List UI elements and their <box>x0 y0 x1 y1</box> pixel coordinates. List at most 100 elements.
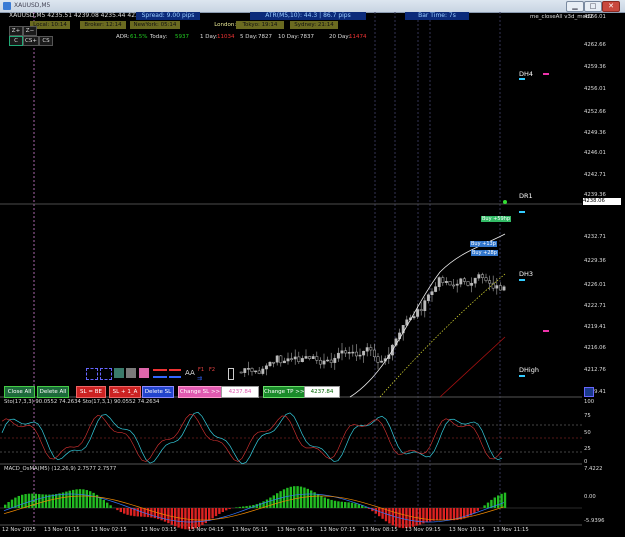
macd-histogram-bar <box>340 501 343 508</box>
delete-all-button[interactable]: Delete All <box>37 386 69 398</box>
trade-label-buy3[interactable]: Buy +28p <box>471 250 498 256</box>
macd-histogram-bar <box>435 508 439 521</box>
time-tick-label: 13 Nov 05:15 <box>232 527 268 533</box>
tp-value-input[interactable]: 4237.84 <box>304 386 340 398</box>
macd-histogram-bar <box>408 508 411 528</box>
macd-histogram-bar <box>327 498 330 508</box>
candle-body <box>333 357 337 363</box>
zoom-out-button[interactable]: Z− <box>23 26 37 36</box>
change-tp-button[interactable]: Change TP >> <box>263 386 305 398</box>
time-tick-label: 13 Nov 07:15 <box>320 527 356 533</box>
level-dh4: DH4 <box>519 70 534 78</box>
palette-label-f2[interactable]: F2 <box>209 367 215 373</box>
time-tick-label: 13 Nov 11:15 <box>493 527 529 533</box>
chart-cs-plus-button[interactable]: CS+ <box>23 36 39 46</box>
price-tick-label: 4246.01 <box>584 150 606 156</box>
palette-text-aa[interactable]: AA <box>185 369 195 377</box>
palette-line-red[interactable] <box>153 369 167 371</box>
chart-cs-button[interactable]: CS <box>39 36 53 46</box>
candle-body <box>354 351 358 357</box>
macd-label: MACD_OsMA(M5) (12,26,9) 2.7577 2.7577 <box>4 466 117 472</box>
price-tick-label: 4249.36 <box>584 130 606 136</box>
macd-histogram-bar <box>136 508 139 517</box>
macd-histogram-bar <box>449 508 452 521</box>
macd-histogram-bar <box>211 508 214 519</box>
candle-body <box>380 360 384 363</box>
candle-body <box>416 309 420 317</box>
chart-shift-icon[interactable] <box>584 387 594 397</box>
macd-histogram-bar <box>55 493 58 508</box>
arrow-right-icon[interactable]: ⇉ <box>197 375 202 382</box>
stoch-tick-label: 100 <box>584 399 595 405</box>
macd-histogram-bar <box>350 502 354 508</box>
macd-histogram-bar <box>476 508 479 511</box>
vertical-line-tool-icon[interactable] <box>228 368 234 380</box>
candle-body <box>437 277 441 287</box>
close-icon[interactable]: ✕ <box>602 1 620 12</box>
candle-body <box>239 371 243 374</box>
price-tick-label: 4222.71 <box>584 303 606 309</box>
macd-histogram-bar <box>330 499 333 508</box>
candle-body <box>430 291 434 296</box>
macd-histogram-bar <box>7 502 10 508</box>
ohlc-readout: XAUUSD,M5 4235.51 4239.08 4235.44 4238.0… <box>9 12 153 19</box>
palette-swatch-1[interactable] <box>86 368 98 380</box>
session-tokyo: Tokyo: 19:14 <box>236 21 284 29</box>
candle-body <box>462 278 466 282</box>
level-dr1: DR1 <box>519 192 533 200</box>
macd-histogram-bar <box>323 497 326 508</box>
macd-histogram-bar <box>225 508 228 511</box>
time-tick-label: 13 Nov 06:15 <box>277 527 313 533</box>
macd-histogram-bar <box>72 489 75 508</box>
trade-label-buy2[interactable]: Buy +13p <box>470 241 497 247</box>
candle-body <box>261 368 265 374</box>
candle-body <box>246 368 250 370</box>
palette-swatch-4[interactable] <box>126 368 136 378</box>
macd-histogram-bar <box>126 508 129 515</box>
palette-label-f1[interactable]: F1 <box>198 367 204 373</box>
sl-value-input[interactable]: 4237.84 <box>221 386 259 398</box>
close-all-button[interactable]: Close All <box>4 386 35 398</box>
palette-line-red-2[interactable] <box>169 369 181 371</box>
palette-swatch-2[interactable] <box>100 368 112 380</box>
macd-histogram-bar <box>486 502 490 508</box>
level-dhigh: DHigh <box>519 366 539 374</box>
candle-body <box>473 277 477 284</box>
sl-plus-button[interactable]: SL + 1_A <box>109 386 141 398</box>
palette-line-blue[interactable] <box>153 376 167 378</box>
candle-body <box>318 360 322 365</box>
sl-be-button[interactable]: SL = BE <box>76 386 106 398</box>
window-title: XAUUSD,M5 <box>14 2 51 9</box>
adr-10day-value: 7837 <box>300 34 314 40</box>
candle-body <box>336 352 340 359</box>
candle-body <box>279 355 283 364</box>
palette-swatch-5[interactable] <box>139 368 149 378</box>
maximize-icon[interactable]: □ <box>584 1 602 12</box>
level-dh3: DH3 <box>519 270 534 278</box>
candle-body <box>257 370 261 374</box>
adr-5day-value: 7827 <box>258 34 272 40</box>
palette-swatch-3[interactable] <box>114 368 124 378</box>
current-price-dot <box>503 200 507 204</box>
macd-histogram-bar <box>483 505 486 508</box>
macd-histogram-bar <box>446 508 449 521</box>
macd-histogram-bar <box>21 494 24 508</box>
delete-sl-button[interactable]: Delete SL <box>142 386 174 398</box>
macd-histogram-bar <box>129 508 133 516</box>
zoom-in-button[interactable]: Z+ <box>9 26 23 36</box>
candle-body <box>365 347 369 352</box>
palette-line-blue-2[interactable] <box>169 376 181 378</box>
app-icon <box>3 2 11 10</box>
chart-c-button[interactable]: C <box>9 36 23 46</box>
macd-histogram-bar <box>194 508 197 529</box>
macd-histogram-bar <box>497 495 500 508</box>
trade-label-buy1[interactable]: Buy +59hp <box>481 216 512 222</box>
candle-body <box>372 349 376 357</box>
candle-body <box>286 358 290 362</box>
macd-histogram-bar <box>106 502 109 508</box>
candle-body <box>297 356 301 362</box>
time-tick-label: 13 Nov 01:15 <box>44 527 80 533</box>
macd-histogram-bar <box>425 508 428 523</box>
change-sl-button[interactable]: Change SL >> <box>178 386 222 398</box>
minimize-icon[interactable]: ▁ <box>566 1 584 12</box>
